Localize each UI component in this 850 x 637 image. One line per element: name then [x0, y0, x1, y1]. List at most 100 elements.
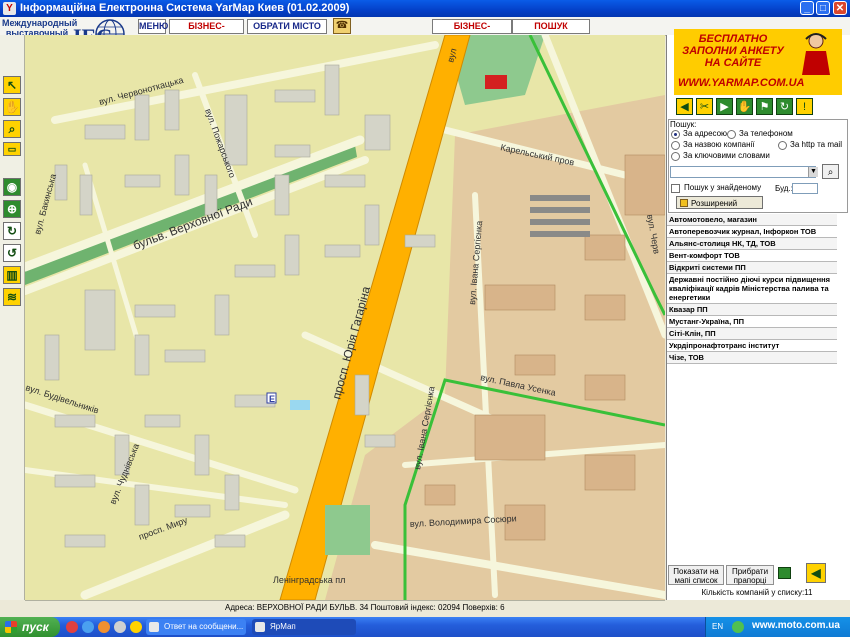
watermark-site: www.moto.com.ua [752, 620, 840, 631]
street-bakinska: вул. Бакинська [32, 173, 58, 236]
building-label: Буд.: [775, 184, 793, 193]
globe-zoom-in-icon[interactable]: ◉ [3, 178, 21, 196]
task-message-reply[interactable]: Ответ на сообщени... [146, 619, 246, 635]
play-icon[interactable]: ▶ [716, 98, 733, 115]
quicklaunch-folder-icon[interactable] [130, 621, 142, 633]
search-title: Пошук: [670, 120, 697, 129]
window-title-bar[interactable]: Y Інформаційна Електронна Система YarMap… [0, 0, 850, 17]
layers-icon[interactable]: ▥ [3, 266, 21, 284]
dropdown-arrow-icon[interactable]: ▼ [808, 167, 818, 177]
back-arrow-icon[interactable]: ◀ [806, 563, 826, 583]
close-button[interactable]: ✕ [833, 1, 847, 15]
result-item[interactable]: Вент-комфорт ТОВ [667, 250, 837, 262]
hand-icon[interactable]: ✋ [736, 98, 753, 115]
banner-url: WWW.YARMAP.COM.UA [678, 77, 805, 89]
globe-zoom-out-icon[interactable]: ⊕ [3, 200, 21, 218]
refresh-icon[interactable]: ↻ [3, 222, 21, 240]
task-yarmap-icon [255, 622, 265, 632]
status-bar: Адреса: ВЕРХОВНОЇ РАДИ БУЛЬВ. 34 Поштови… [25, 600, 665, 615]
show-on-map-button[interactable]: Показати на мапі список [668, 565, 724, 585]
zoom-tool-icon[interactable]: ⌕ [3, 120, 21, 138]
business-notebook-button[interactable]: БІЗНЕС-БЛОКНОТ [169, 19, 244, 44]
system-tray: EN www.moto.com.ua [705, 617, 850, 637]
arrow-left-icon[interactable]: ◀ [676, 98, 693, 115]
hand-pan-icon[interactable]: ✋ [3, 98, 21, 116]
radio-company-label: За назвою компанії [683, 140, 755, 149]
red-building [485, 75, 507, 89]
menu-button[interactable]: МЕНЮ [138, 19, 168, 34]
result-item[interactable]: Альянс-столиця НК, ТД, ТОВ [667, 238, 837, 250]
radio-http-label: За http та mail [790, 140, 842, 149]
status-address: Адреса: ВЕРХОВНОЇ РАДИ БУЛЬВ. 34 Поштови… [225, 603, 505, 612]
radio-http[interactable] [778, 141, 787, 150]
radio-keywords-label: За ключовими словами [683, 151, 770, 160]
undo-icon[interactable]: ↺ [3, 244, 21, 262]
window-title: Інформаційна Електронна Система YarMap К… [20, 2, 350, 14]
building-input[interactable] [792, 183, 818, 194]
task-opera-icon [149, 622, 159, 632]
search-button[interactable]: ПОШУК [512, 19, 590, 34]
result-item[interactable]: Чізе, ТОВ [667, 352, 837, 364]
pointer-tool-icon[interactable]: ↖ [3, 76, 21, 94]
radio-address[interactable] [671, 130, 680, 139]
quicklaunch-ie-icon[interactable] [82, 621, 94, 633]
task-yarmap-label: ЯрМап [270, 622, 296, 631]
tools-icon[interactable]: ✂ [696, 98, 713, 115]
start-button[interactable]: пуск [0, 617, 60, 637]
flag-icon[interactable]: ⚑ [756, 98, 773, 115]
language-indicator[interactable]: EN [712, 622, 723, 631]
ruler-icon[interactable]: ▭ [3, 142, 21, 156]
radio-keywords[interactable] [671, 152, 680, 161]
company-count: Кількість компаній у списку:11 [701, 588, 813, 597]
left-toolbar: ↖ ✋ ⌕ ▭ ◉ ⊕ ↻ ↺ ▥ ≋ [0, 35, 25, 600]
maximize-button[interactable]: □ [816, 1, 830, 15]
pool [290, 400, 310, 410]
remove-flags-button[interactable]: Прибрати прапорці [726, 565, 774, 585]
radio-address-label: За адресою [683, 129, 728, 138]
minimize-button[interactable]: _ [800, 1, 814, 15]
result-item[interactable]: Відкриті системи ПП [667, 262, 837, 274]
result-item[interactable]: Автоперевозчик журнал, Інфоркон ТОВ [667, 226, 837, 238]
result-item[interactable]: Сіті-Клін, ПП [667, 328, 837, 340]
search-in-found-checkbox[interactable] [671, 184, 680, 193]
route-icon[interactable]: ≋ [3, 288, 21, 306]
cossack-figure-icon [802, 33, 830, 75]
print-icon[interactable] [778, 567, 791, 579]
phone-icon[interactable]: ☎ [333, 18, 351, 34]
result-item[interactable]: Автомотовело, магазин [667, 214, 837, 226]
results-list: Автомотовело, магазин Автоперевозчик журн… [667, 214, 837, 364]
result-item[interactable]: Державні постійно діючі курси підвищення… [667, 274, 837, 304]
refresh-right-icon[interactable]: ↻ [776, 98, 793, 115]
result-item[interactable]: Мустанг-Україна, ПП [667, 316, 837, 328]
marker-e-label: E [269, 394, 275, 404]
square-park [325, 505, 370, 555]
advanced-search-icon [680, 199, 688, 207]
search-input[interactable] [670, 166, 816, 178]
result-item[interactable]: Укрдіпронафтотранс інститут [667, 340, 837, 352]
result-item[interactable]: Квазар ПП [667, 304, 837, 316]
ad-banner[interactable]: БЕСПЛАТНО ЗАПОЛНИ АНКЕТУ НА САЙТЕ WWW.YA… [674, 29, 842, 95]
warning-icon[interactable]: ! [796, 98, 813, 115]
task-yarmap[interactable]: ЯрМап [252, 619, 356, 635]
radio-phone[interactable] [727, 130, 736, 139]
quicklaunch-desktop-icon[interactable] [114, 621, 126, 633]
quicklaunch-opera-icon[interactable] [66, 621, 78, 633]
search-in-found-label: Пошук у знайденому [684, 183, 762, 192]
task-message-label: Ответ на сообщени... [164, 622, 244, 631]
square-leningradska: Ленінградська пл [273, 575, 345, 585]
windows-logo-icon [5, 621, 17, 633]
tray-network-icon[interactable] [732, 621, 744, 633]
advanced-search-button[interactable]: Розширений пошук [676, 196, 763, 221]
app-icon: Y [3, 2, 16, 15]
banner-text: БЕСПЛАТНО ЗАПОЛНИ АНКЕТУ НА САЙТЕ [682, 33, 784, 69]
quicklaunch-firefox-icon[interactable] [98, 621, 110, 633]
magnifier-icon[interactable]: ⌕ [822, 164, 839, 179]
boulevard-strip [25, 145, 357, 285]
city-map[interactable]: E вул. Червоноткацька вул. Пожарського в… [25, 35, 665, 600]
taskbar: пуск Ответ на сообщени... ЯрМап EN www.m… [0, 617, 850, 637]
start-label: пуск [22, 620, 49, 634]
radio-company[interactable] [671, 141, 680, 150]
radio-phone-label: За телефоном [739, 129, 793, 138]
business-catalog-button[interactable]: БІЗНЕС-КАТАЛОГ [432, 19, 512, 44]
select-city-button[interactable]: ОБРАТИ МІСТО [247, 19, 327, 34]
